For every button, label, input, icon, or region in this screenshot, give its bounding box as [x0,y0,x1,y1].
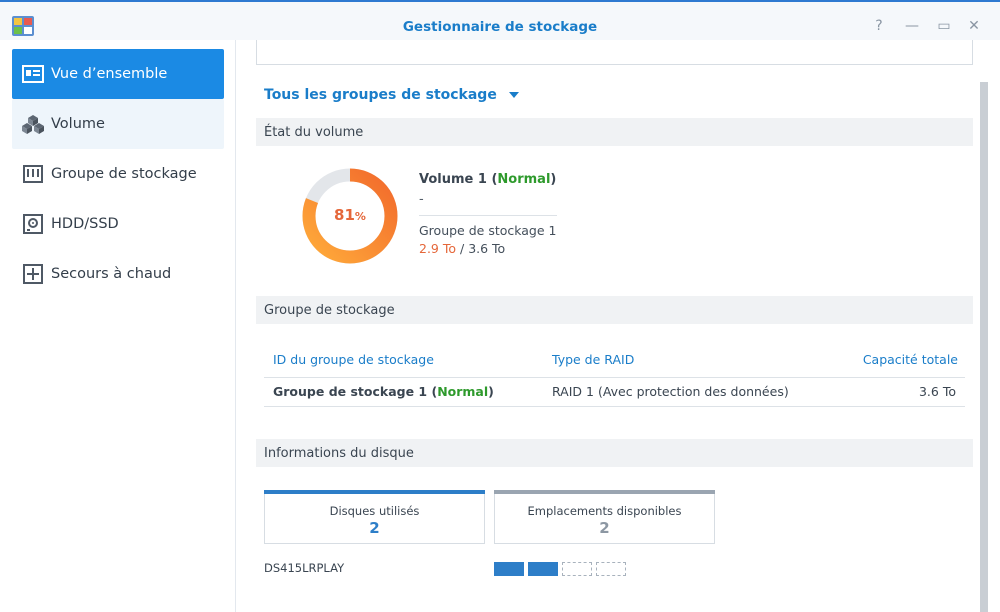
column-header-capacity[interactable]: Capacité totale [863,352,958,367]
sidebar: Vue d’ensemble Volume Groupe de stockage… [0,40,236,612]
sidebar-item-label: Volume [51,116,105,132]
volume-usage-percent: 81% [334,206,366,224]
maximize-button[interactable]: ▭ [933,15,955,37]
sidebar-item-overview[interactable]: Vue d’ensemble [12,49,224,99]
scrollbar[interactable] [980,82,988,612]
table-row-capacity: 3.6 To [918,384,956,399]
storage-pool-icon [22,163,44,185]
section-title: Informations du disque [264,445,414,461]
volume-used: 2.9 To [419,241,457,256]
status-badge: Normal [497,172,551,187]
sidebar-item-volume[interactable]: Volume [12,99,224,149]
previous-panel-edge [256,40,973,65]
storage-pool-header: Groupe de stockage [256,296,973,324]
available-slots-card: Emplacements disponibles 2 [494,490,715,544]
column-header-raid-type[interactable]: Type de RAID [552,352,634,367]
card-value: 2 [599,519,610,537]
section-title: État du volume [264,124,364,140]
status-badge: Normal [437,384,489,399]
sidebar-item-hot-spare[interactable]: Secours à chaud [12,249,224,299]
minimize-button[interactable]: — [901,15,923,37]
card-accent-bar [494,490,715,494]
table-row-pool-id[interactable]: Groupe de stockage 1 (Normal) [273,384,494,399]
storage-group-selector-label: Tous les groupes de stockage [264,87,497,103]
used-disks-card: Disques utilisés 2 [264,490,485,544]
disk-bay-2[interactable] [528,562,558,576]
volume-description: - [419,192,424,207]
table-row-raid-type: RAID 1 (Avec protection des données) [552,384,789,399]
sidebar-item-label: Groupe de stockage [51,166,197,182]
column-header-pool-id[interactable]: ID du groupe de stockage [273,352,434,367]
disk-info-header: Informations du disque [256,439,973,467]
card-value: 2 [369,519,380,537]
volume-icon [22,113,44,135]
card-accent-bar [264,490,485,494]
card-label: Disques utilisés [329,504,420,518]
table-divider [264,377,965,378]
sidebar-item-label: HDD/SSD [51,216,119,232]
volume-status-header: État du volume [256,118,973,146]
nas-model-label: DS415LRPLAY [264,561,345,575]
window-title: Gestionnaire de stockage [402,19,598,35]
divider [419,215,557,216]
hdd-icon [22,213,44,235]
disk-bay-4[interactable] [596,562,626,576]
title-bar: Gestionnaire de stockage ? — ▭ ✕ [0,2,1000,40]
sidebar-item-storage-pool[interactable]: Groupe de stockage [12,149,224,199]
help-button[interactable]: ? [868,15,890,37]
volume-name: Volume 1 (Normal) [419,172,557,187]
chevron-down-icon [508,92,519,98]
card-label: Emplacements disponibles [527,504,682,518]
storage-group-selector[interactable]: Tous les groupes de stockage [264,87,519,103]
sidebar-item-hdd-ssd[interactable]: HDD/SSD [12,199,224,249]
disk-bay-1[interactable] [494,562,524,576]
table-divider [264,406,965,407]
storage-manager-window: Gestionnaire de stockage ? — ▭ ✕ Vue d’e… [0,0,1000,612]
sidebar-item-label: Vue d’ensemble [51,66,168,82]
volume-pool-name: Groupe de stockage 1 [419,223,557,238]
volume-capacity: 2.9 To / 3.6 To [419,241,506,256]
sidebar-item-label: Secours à chaud [51,266,172,282]
disk-bay-3[interactable] [562,562,592,576]
overview-icon [22,63,44,85]
hot-spare-icon [22,263,44,285]
volume-total: 3.6 To [468,241,506,256]
section-title: Groupe de stockage [264,302,395,318]
close-button[interactable]: ✕ [963,15,985,37]
